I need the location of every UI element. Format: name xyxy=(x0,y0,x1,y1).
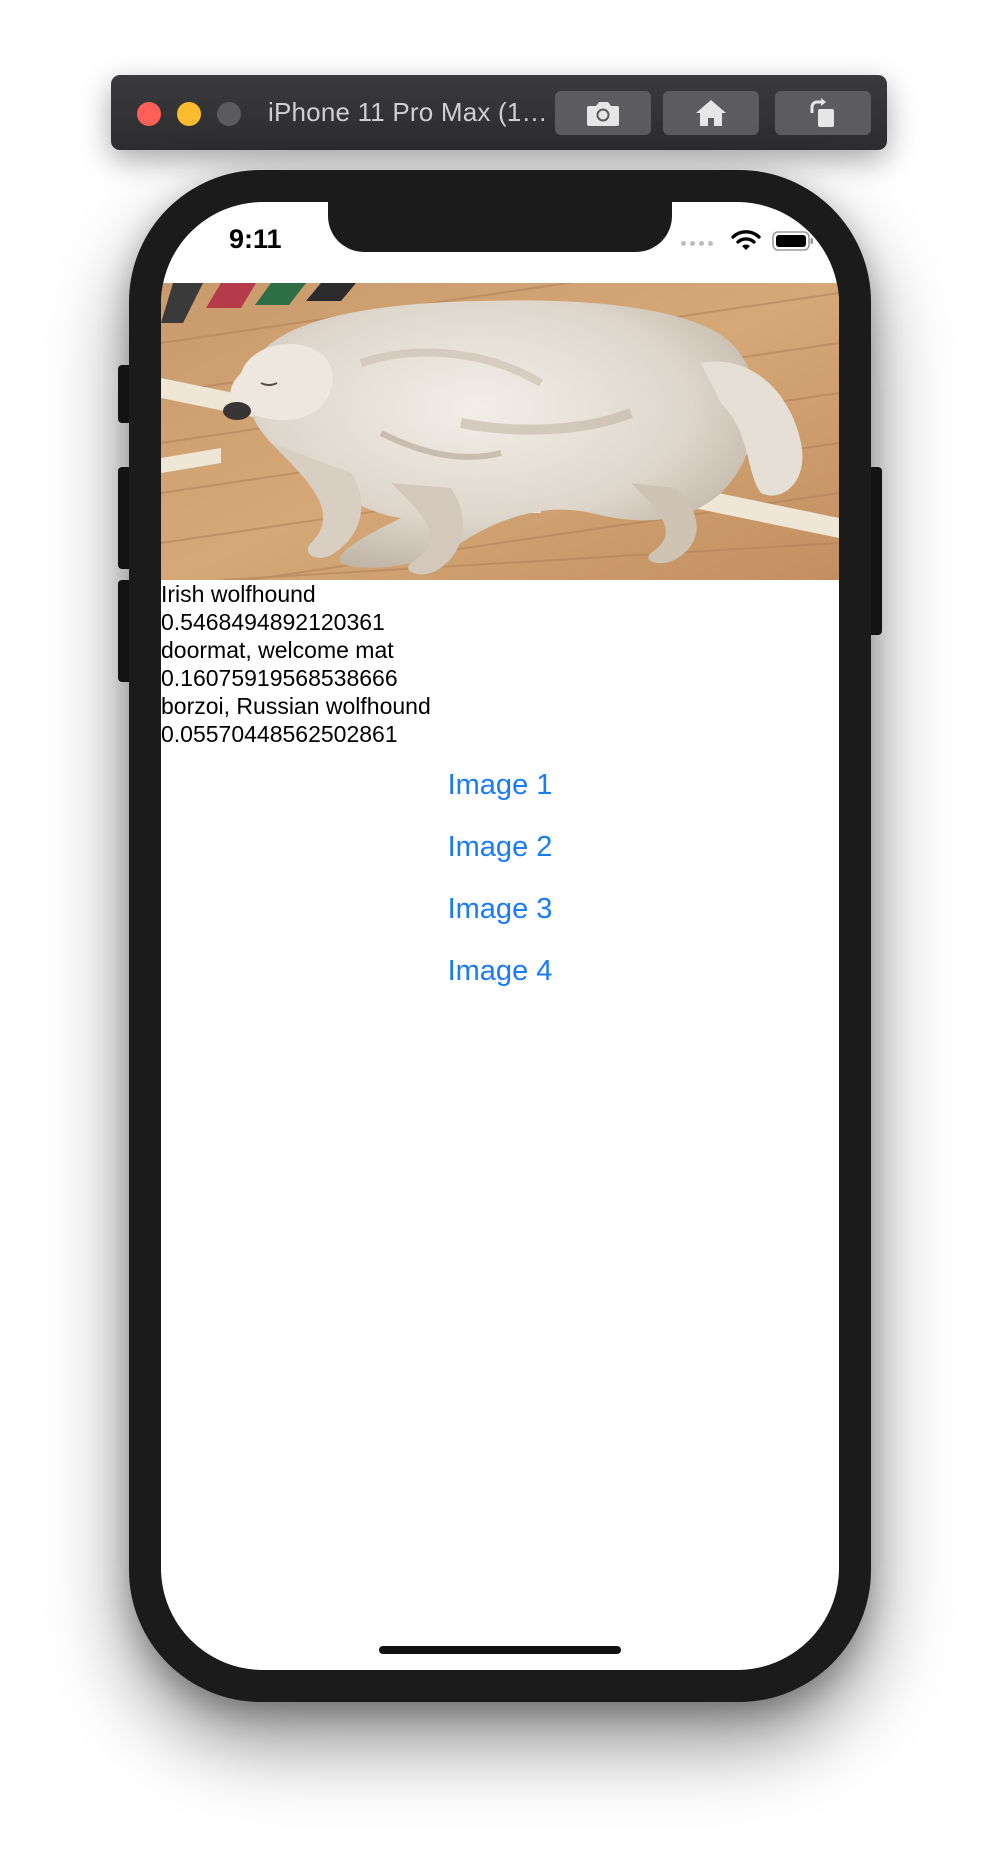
status-indicators xyxy=(681,228,821,254)
home-indicator[interactable] xyxy=(379,1646,621,1654)
home-icon xyxy=(696,100,726,126)
prediction-3-score: 0.05570448562502861 xyxy=(161,721,398,747)
rotate-button[interactable] xyxy=(775,91,871,135)
zoom-window-button xyxy=(217,102,241,126)
image-4-button[interactable]: Image 4 xyxy=(161,940,839,1002)
notch xyxy=(328,202,672,252)
dog-photo xyxy=(161,283,839,580)
close-window-button[interactable] xyxy=(137,102,161,126)
camera-icon xyxy=(587,102,619,126)
minimize-window-button[interactable] xyxy=(177,102,201,126)
signal-dots-icon xyxy=(681,241,713,246)
rotate-icon xyxy=(810,98,834,127)
simulator-device-title: iPhone 11 Pro Max (1… xyxy=(268,97,548,127)
image-2-button[interactable]: Image 2 xyxy=(161,816,839,878)
status-time: 9:11 xyxy=(229,224,282,254)
image-buttons: Image 1 Image 2 Image 3 Image 4 xyxy=(161,754,839,1002)
phone-frame: 9:11 Irish wolfhound 0.5468494892120361 … xyxy=(129,170,871,1702)
simulator-title-bar: iPhone 11 Pro Max (1… xyxy=(111,75,887,150)
image-3-button[interactable]: Image 3 xyxy=(161,878,839,940)
wifi-icon xyxy=(731,230,761,250)
prediction-3-label: borzoi, Russian wolfhound xyxy=(161,693,431,719)
prediction-1-label: Irish wolfhound xyxy=(161,581,316,607)
prediction-2-label: doormat, welcome mat xyxy=(161,637,394,663)
prediction-1-score: 0.5468494892120361 xyxy=(161,609,385,635)
stage: iPhone 11 Pro Max (1… 9:11 Irish wolfhou… xyxy=(0,0,998,1850)
phone-screen: 9:11 Irish wolfhound 0.5468494892120361 … xyxy=(161,202,839,1670)
image-1-button[interactable]: Image 1 xyxy=(161,754,839,816)
home-button[interactable] xyxy=(663,91,759,135)
prediction-results: Irish wolfhound 0.5468494892120361 doorm… xyxy=(161,580,839,748)
battery-icon xyxy=(772,231,813,251)
screenshot-button[interactable] xyxy=(555,91,651,135)
prediction-2-score: 0.16075919568538666 xyxy=(161,665,398,691)
